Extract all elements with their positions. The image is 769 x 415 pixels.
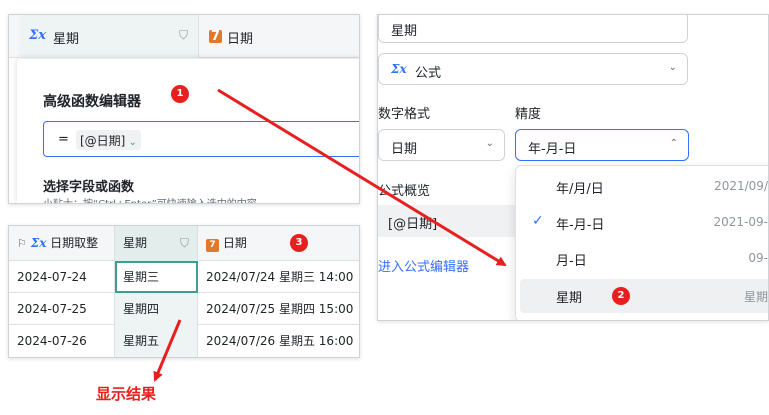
annotation-arrows xyxy=(153,88,507,382)
annotation-arrow xyxy=(217,88,507,267)
annotation-arrow xyxy=(153,319,182,382)
result-caption: 显示结果 xyxy=(96,385,157,403)
